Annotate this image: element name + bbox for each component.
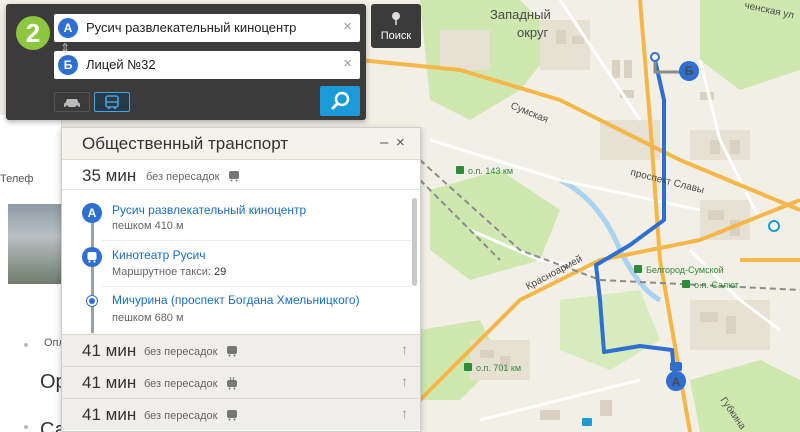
sidebar-dot-2 (24, 425, 28, 429)
step-1-detail: пешком 410 м (112, 220, 184, 232)
step-3-detail: пешком 680 м (112, 312, 184, 324)
app-logo[interactable]: 2 (16, 16, 50, 50)
sidebar-dot (24, 343, 28, 347)
search-icon (331, 91, 350, 110)
alt-route-1-time: 41 мин (82, 341, 137, 360)
from-badge: А (58, 18, 78, 38)
bus-icon (227, 410, 237, 421)
expand-arrow-icon[interactable]: ↑ (401, 373, 408, 389)
bus-stop-icon (670, 362, 682, 371)
step-1-name[interactable]: Русич развлекательный киноцентр (112, 203, 306, 217)
route-transfers: без пересадок (146, 171, 220, 183)
expand-arrow-icon[interactable]: ↑ (401, 341, 408, 357)
to-badge: Б (58, 55, 78, 75)
route-to-input[interactable]: Лицей №32 (86, 57, 156, 72)
alt-route-2-transfers: без пересадок (144, 378, 218, 390)
district-label-2: округ (517, 25, 549, 40)
route-to-field[interactable]: Б Лицей №32 × (54, 51, 360, 79)
route-steps: А Русич развлекательный киноцентр пешком… (62, 191, 420, 333)
car-mode-button[interactable] (54, 92, 90, 112)
selected-route-summary[interactable]: 35 мин без пересадок (62, 160, 420, 190)
step-2-route-number: 29 (213, 266, 227, 278)
alt-route-3-time: 41 мин (82, 405, 137, 424)
step-separator (102, 286, 412, 287)
bus-stop-badge (82, 247, 102, 267)
alt-route-1-transfers: без пересадок (144, 346, 218, 358)
step-2-name[interactable]: Кинотеатр Русич (112, 248, 206, 262)
transit-results-panel: Общественный транспорт – × 35 мин без пе… (61, 127, 421, 432)
step-separator (102, 240, 412, 241)
map-point-b-label: Б (685, 64, 694, 78)
step-2-detail-text: Маршрутное такси: (112, 266, 211, 278)
panel-scrollbar[interactable] (412, 198, 417, 286)
alt-route-1[interactable]: 41 мин без пересадок ↑ (62, 334, 420, 366)
route-from-input[interactable]: Русич развлекательный киноцентр (86, 20, 296, 35)
pin-icon (392, 12, 400, 25)
map-point-a-label: А (672, 375, 681, 389)
transit-mode-button[interactable] (94, 92, 130, 112)
find-route-button[interactable] (320, 86, 360, 116)
alt-route-3[interactable]: 41 мин без пересадок ↑ (62, 398, 420, 430)
alt-route-2-time: 41 мин (82, 373, 137, 392)
alt-route-3-transfers: без пересадок (144, 410, 218, 422)
sidebar-photo[interactable] (8, 204, 62, 284)
car-icon (64, 99, 80, 109)
search-tab-label: Поиск (380, 30, 412, 42)
bus-icon (229, 171, 239, 182)
sidebar: Телеф Опл Ор Са (0, 115, 68, 432)
trolleybus-icon (227, 377, 237, 390)
panel-title: Общественный транспорт (82, 134, 289, 153)
stop-label-701: о.п. 701 км (476, 363, 521, 373)
panel-header: Общественный транспорт – × (62, 128, 420, 160)
stop-label-salyut: о.п. Салют (694, 280, 739, 290)
alt-route-2[interactable]: 41 мин без пересадок ↑ (62, 366, 420, 398)
start-badge: А (82, 203, 102, 223)
route-from-field[interactable]: А Русич развлекательный киноцентр × (54, 14, 360, 42)
district-label-1: Западный (490, 7, 551, 22)
bus-icon (105, 95, 119, 110)
minimize-icon[interactable]: – (380, 134, 388, 151)
step-3-dot (87, 296, 97, 306)
search-tab-button[interactable]: Поиск (371, 4, 421, 48)
clear-to-icon[interactable]: × (343, 56, 352, 72)
expand-arrow-icon[interactable]: ↑ (401, 405, 408, 421)
clear-from-icon[interactable]: × (343, 19, 352, 35)
bus-icon (227, 346, 237, 357)
route-time: 35 мин (82, 166, 137, 185)
step-2-detail: Маршрутное такси: 29 (112, 266, 226, 278)
sidebar-label-phone: Телеф (0, 173, 34, 185)
stop-label-143: о.п. 143 км (468, 166, 513, 176)
route-search-box: 2 А Русич развлекательный киноцентр × ⇕ … (6, 4, 366, 120)
close-icon[interactable]: × (396, 134, 405, 151)
bus-icon (87, 252, 97, 263)
stop-label-belgorod: Белгород-Сумской (646, 265, 724, 275)
step-3-name[interactable]: Мичурина (проспект Богдана Хмельницкого) (112, 293, 360, 307)
